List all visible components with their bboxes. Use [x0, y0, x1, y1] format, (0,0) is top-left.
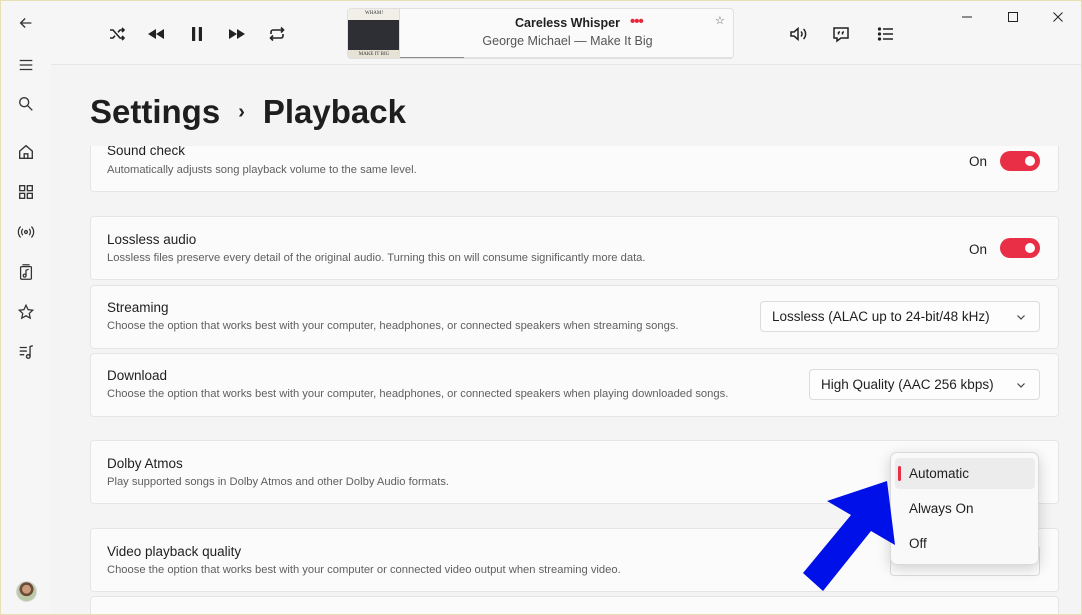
lossless-toggle[interactable]: [1000, 238, 1040, 258]
setting-streaming: Streaming Choose the option that works b…: [90, 285, 1059, 349]
lossless-state: On: [969, 242, 988, 257]
dropdown-option-label: Always On: [909, 501, 974, 516]
radio-broadcast-icon[interactable]: [10, 216, 42, 248]
sound-check-toggle[interactable]: [1000, 151, 1040, 171]
search-icon[interactable]: [10, 88, 42, 120]
back-arrow-icon[interactable]: [10, 7, 42, 39]
download-title: Download: [107, 368, 168, 383]
star-icon[interactable]: [10, 296, 42, 328]
playback-progress[interactable]: [400, 57, 733, 58]
dropdown-option-automatic[interactable]: Automatic: [895, 458, 1035, 489]
queue-list-icon[interactable]: [873, 21, 899, 47]
track-artist-album[interactable]: George Michael — Make It Big: [400, 34, 733, 48]
lyrics-icon[interactable]: [828, 21, 854, 47]
setting-lossless-audio: Lossless audio Lossless files preserve e…: [90, 216, 1059, 280]
video-quality-title: Video playback quality: [107, 544, 242, 559]
dolby-description: Play supported songs in Dolby Atmos and …: [107, 476, 450, 488]
dropdown-option-label: Off: [909, 536, 927, 551]
now-playing-card[interactable]: WHAM! MAKE IT BIG Careless Whisper ••• ☆…: [347, 8, 734, 59]
library-music-icon[interactable]: [10, 256, 42, 288]
browse-grid-icon[interactable]: [10, 176, 42, 208]
close-icon[interactable]: [1035, 6, 1081, 28]
setting-sound-check: Sound check Automatically adjusts song p…: [90, 146, 1059, 192]
setting-download: Download Choose the option that works be…: [90, 353, 1059, 417]
selected-indicator: [898, 466, 901, 481]
menu-icon[interactable]: [10, 49, 42, 81]
avatar[interactable]: [16, 581, 37, 602]
video-quality-description: Choose the option that works best with y…: [107, 564, 621, 576]
album-art: WHAM! MAKE IT BIG: [348, 9, 400, 58]
breadcrumb-settings[interactable]: Settings: [90, 93, 220, 131]
playlist-icon[interactable]: [10, 336, 42, 368]
streaming-quality-value: Lossless (ALAC up to 24-bit/48 kHz): [772, 309, 990, 324]
maximize-icon[interactable]: [990, 6, 1036, 28]
sound-check-title: Sound check: [107, 146, 186, 158]
app-window: WHAM! MAKE IT BIG Careless Whisper ••• ☆…: [0, 0, 1082, 615]
lossless-title: Lossless audio: [107, 232, 197, 247]
player-bar: WHAM! MAKE IT BIG Careless Whisper ••• ☆…: [51, 1, 1081, 65]
sidebar: [1, 1, 51, 614]
streaming-title: Streaming: [107, 300, 169, 315]
streaming-quality-select[interactable]: Lossless (ALAC up to 24-bit/48 kHz): [760, 301, 1040, 332]
repeat-icon[interactable]: [264, 21, 290, 47]
lossless-description: Lossless files preserve every detail of …: [107, 252, 646, 264]
chevron-down-icon: [1017, 383, 1025, 388]
album-art-subtitle: MAKE IT BIG: [358, 52, 390, 57]
track-title[interactable]: Careless Whisper: [400, 16, 733, 30]
shuffle-icon[interactable]: [104, 21, 130, 47]
dropdown-option-always-on[interactable]: Always On: [895, 493, 1035, 524]
album-art-title: WHAM!: [364, 11, 384, 16]
streaming-description: Choose the option that works best with y…: [107, 320, 679, 332]
dolby-atmos-dropdown-menu: Automatic Always On Off: [890, 452, 1039, 565]
breadcrumb: Settings › Playback: [90, 91, 406, 133]
sound-check-state: On: [969, 154, 988, 169]
download-description: Choose the option that works best with y…: [107, 388, 729, 400]
setting-next-card: [90, 596, 1059, 614]
chevron-down-icon: [1017, 315, 1025, 320]
page-title: Playback: [262, 93, 406, 130]
download-quality-value: High Quality (AAC 256 kbps): [821, 377, 994, 392]
breadcrumb-separator-icon: ›: [238, 100, 245, 123]
dolby-title: Dolby Atmos: [107, 456, 183, 471]
dropdown-option-label: Automatic: [909, 466, 970, 481]
dropdown-option-off[interactable]: Off: [895, 528, 1035, 559]
home-icon[interactable]: [10, 136, 42, 168]
more-options-icon[interactable]: •••: [630, 13, 644, 30]
download-quality-select[interactable]: High Quality (AAC 256 kbps): [809, 369, 1040, 400]
next-icon[interactable]: [224, 21, 250, 47]
playback-progress-fill: [400, 57, 464, 58]
pause-icon[interactable]: [184, 21, 210, 47]
minimize-icon[interactable]: [944, 6, 990, 28]
sound-check-description: Automatically adjusts song playback volu…: [107, 164, 417, 176]
volume-icon[interactable]: [785, 21, 811, 47]
previous-icon[interactable]: [143, 21, 169, 47]
favorite-star-icon[interactable]: ☆: [715, 14, 725, 27]
